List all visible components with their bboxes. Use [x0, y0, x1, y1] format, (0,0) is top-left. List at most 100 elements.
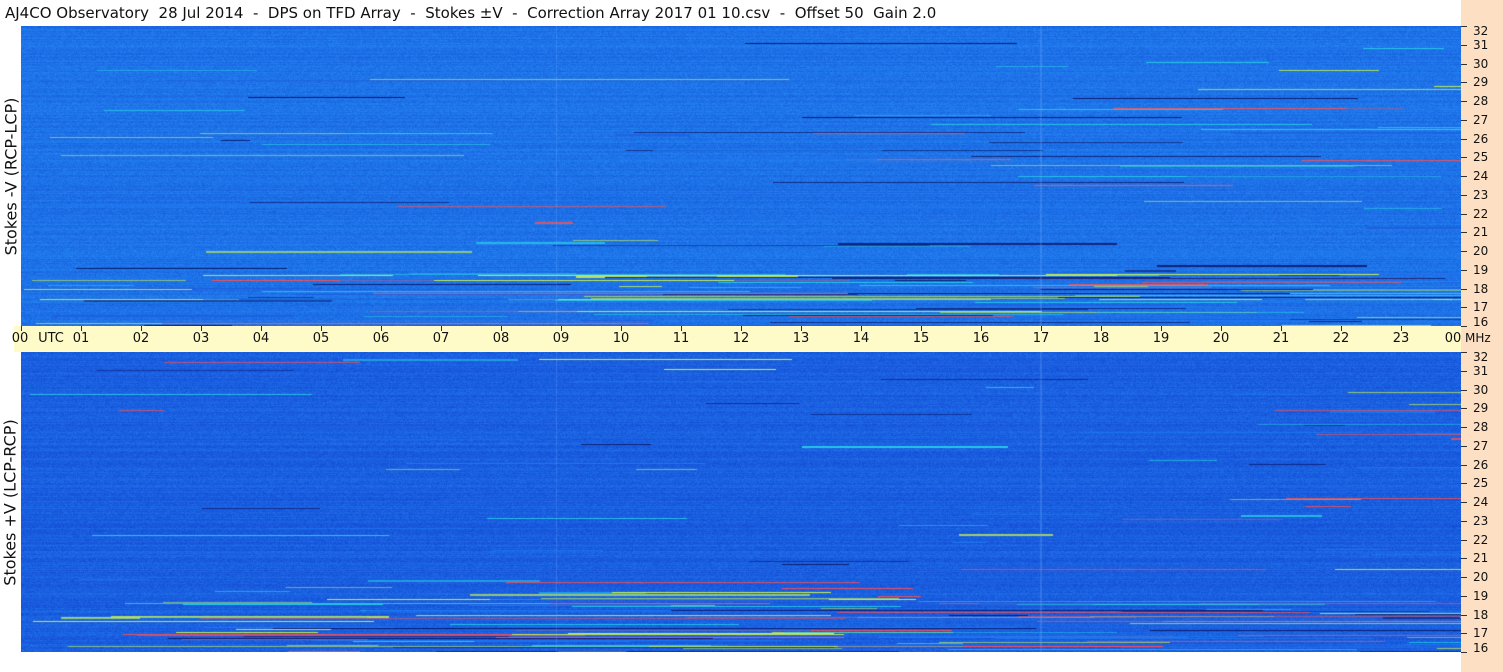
time-tick-label: 03 — [192, 331, 210, 346]
freq-tick-mark — [1461, 119, 1467, 121]
spectrogram-bottom — [21, 352, 1461, 652]
panel-label-top-text: Stokes -V (RCP-LCP) — [1, 97, 21, 255]
freq-tick-label: 22 — [1473, 532, 1489, 547]
freq-tick-mark — [1461, 326, 1467, 327]
freq-tick-label: 17 — [1473, 626, 1489, 641]
freq-tick-label: 30 — [1473, 56, 1489, 71]
freq-tick-mark — [1461, 213, 1467, 215]
freq-tick-label: 20 — [1473, 244, 1489, 258]
freq-tick-label: 30 — [1473, 382, 1489, 397]
freq-tick-label: 16 — [1473, 641, 1489, 655]
freq-tick-label: 21 — [1473, 551, 1489, 566]
freq-tick-label: 21 — [1473, 225, 1489, 240]
freq-tick-label: 24 — [1473, 169, 1489, 183]
time-tick-label: 07 — [432, 331, 450, 346]
freq-tick-label: 31 — [1473, 363, 1489, 378]
time-tick-label: 12 — [732, 331, 750, 346]
freq-tick-label: 26 — [1473, 457, 1489, 472]
time-tick-mark — [201, 326, 202, 331]
time-tick-mark — [621, 326, 622, 331]
freq-tick-label: 23 — [1473, 187, 1489, 202]
freq-tick-label: 25 — [1473, 476, 1489, 491]
freq-tick-mark — [1461, 595, 1467, 597]
freq-tick-mark — [1461, 232, 1467, 234]
time-tick-label: 19 — [1152, 331, 1170, 346]
time-tick-mark — [81, 326, 82, 331]
time-tick-mark — [861, 326, 862, 331]
time-tick-mark — [1401, 326, 1402, 331]
time-tick-label: 11 — [672, 331, 690, 346]
freq-tick-label: 27 — [1473, 112, 1489, 127]
panel-label-top: Stokes -V (RCP-LCP) — [0, 26, 21, 326]
freq-tick-mark — [1461, 408, 1467, 410]
time-tick-mark — [801, 326, 802, 331]
time-tick-label: 17 — [1032, 331, 1050, 346]
time-tick-label: 00 — [1444, 331, 1462, 346]
freq-tick-mark — [1461, 26, 1467, 27]
freq-tick-mark — [1461, 157, 1467, 159]
time-tick-label: 10 — [612, 331, 630, 346]
freq-tick-mark — [1461, 194, 1467, 196]
freq-tick-mark — [1461, 577, 1467, 578]
time-tick-label: 21 — [1272, 331, 1290, 346]
time-tick-label: 01 — [72, 331, 90, 346]
freq-tick-label: 19 — [1473, 588, 1489, 603]
chart-title: AJ4CO Observatory 28 Jul 2014 - DPS on T… — [5, 4, 937, 22]
freq-tick-mark — [1461, 82, 1467, 84]
freq-tick-label: 20 — [1473, 570, 1489, 584]
time-tick-label: 05 — [312, 331, 330, 346]
time-tick-mark — [141, 326, 142, 331]
time-tick-mark — [321, 326, 322, 331]
freq-tick-mark — [1461, 539, 1467, 541]
time-tick-mark — [381, 326, 382, 331]
freq-tick-mark — [1461, 288, 1467, 290]
freq-tick-mark — [1461, 614, 1467, 616]
freq-tick-mark — [1461, 352, 1467, 353]
freq-tick-label: 26 — [1473, 131, 1489, 146]
freq-tick-mark — [1461, 445, 1467, 447]
time-tick-mark — [1281, 326, 1282, 331]
freq-tick-mark — [1461, 502, 1467, 503]
freq-tick-label: 28 — [1473, 420, 1489, 434]
time-tick-label: 04 — [252, 331, 270, 346]
freq-tick-mark — [1461, 370, 1467, 372]
freq-tick-mark — [1461, 464, 1467, 466]
freq-tick-label: 32 — [1473, 24, 1489, 38]
freq-tick-mark — [1461, 307, 1467, 309]
freq-tick-label: 29 — [1473, 75, 1489, 90]
freq-tick-mark — [1461, 520, 1467, 522]
freq-tick-label: 23 — [1473, 513, 1489, 528]
time-tick-label: 02 — [132, 331, 150, 346]
freq-tick-mark — [1461, 633, 1467, 635]
time-tick-mark — [441, 326, 442, 331]
time-tick-mark — [1341, 326, 1342, 331]
freq-tick-label: 17 — [1473, 300, 1489, 315]
time-tick-mark — [21, 326, 22, 331]
time-tick-mark — [1101, 326, 1102, 331]
time-tick-label: UTC — [38, 331, 64, 346]
freq-tick-label: 32 — [1473, 350, 1489, 364]
time-tick-mark — [1221, 326, 1222, 331]
freq-tick-label: 27 — [1473, 438, 1489, 453]
panel-label-bottom-text: Stokes +V (LCP-RCP) — [1, 418, 20, 586]
spectrogram-top-canvas — [21, 26, 1461, 326]
freq-tick-mark — [1461, 483, 1467, 485]
time-tick-label: 23 — [1392, 331, 1410, 346]
time-tick-label: 00 — [11, 331, 29, 346]
time-tick-mark — [561, 326, 562, 331]
freq-tick-label: 24 — [1473, 495, 1489, 509]
time-tick-label: 16 — [972, 331, 990, 346]
freq-tick-mark — [1461, 176, 1467, 177]
freq-tick-mark — [1461, 269, 1467, 271]
freq-tick-mark — [1461, 101, 1467, 102]
freq-tick-label: 28 — [1473, 94, 1489, 108]
spectrogram-bottom-canvas — [21, 352, 1461, 652]
freq-tick-mark — [1461, 138, 1467, 140]
freq-tick-mark — [1461, 251, 1467, 252]
time-tick-label: 09 — [552, 331, 570, 346]
freq-tick-label: 22 — [1473, 206, 1489, 221]
time-tick-label: 06 — [372, 331, 390, 346]
time-tick-mark — [501, 326, 502, 331]
freq-tick-mark — [1461, 44, 1467, 46]
time-tick-label: 14 — [852, 331, 870, 346]
